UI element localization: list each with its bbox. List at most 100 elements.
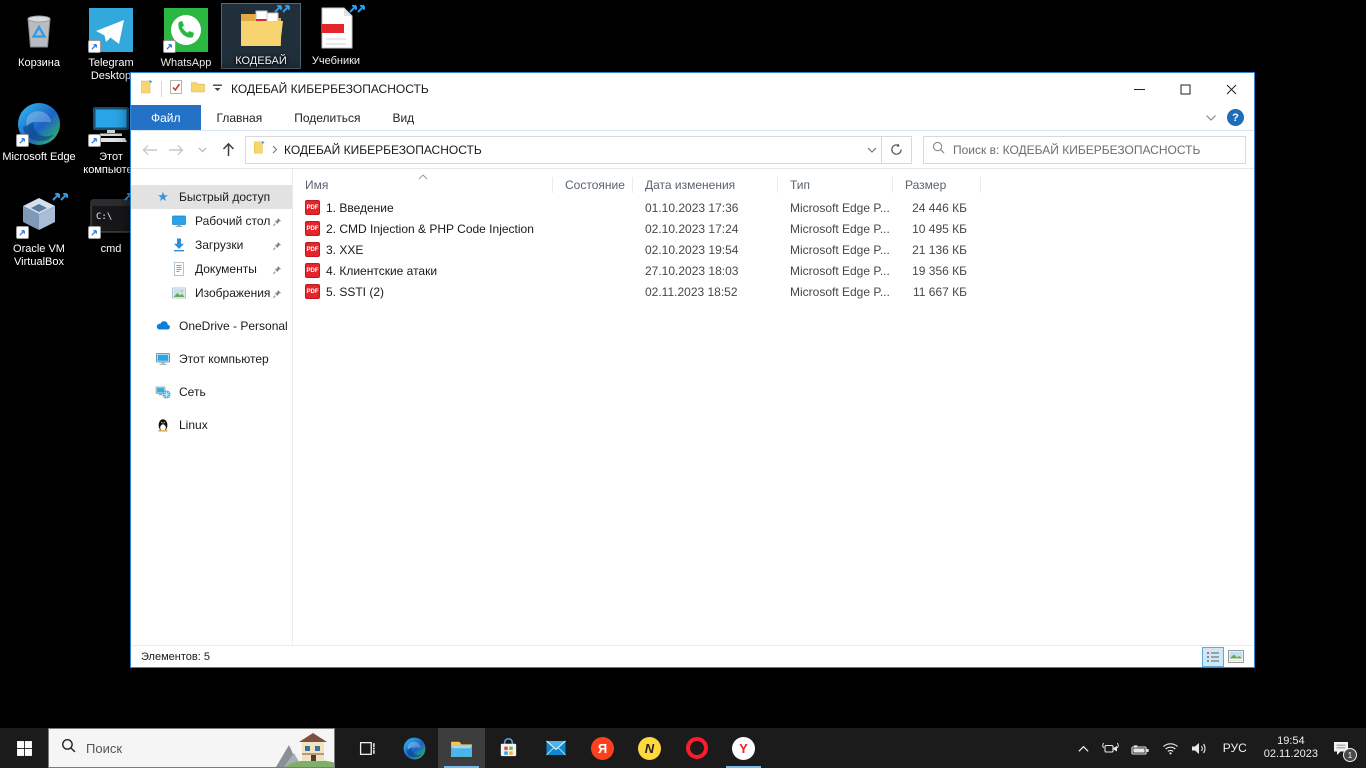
column-header-date-modified[interactable]: Дата изменения	[633, 177, 778, 193]
task-view-button[interactable]	[344, 728, 391, 768]
language-indicator[interactable]: РУС	[1214, 728, 1256, 768]
clock[interactable]: 19:5402.11.2023	[1256, 728, 1326, 768]
sidebar-item-label: Загрузки	[195, 238, 243, 252]
file-size: 21 136 КБ	[893, 243, 981, 257]
file-row[interactable]: PDF3. XXE 02.10.2023 19:54 Microsoft Edg…	[293, 239, 1254, 260]
desktop-icon-virtualbox[interactable]: Oracle VM VirtualBox	[0, 192, 78, 269]
pin-icon[interactable]	[272, 264, 282, 278]
qat-customize-button[interactable]	[212, 80, 223, 98]
shortcut-arrow-icon	[88, 40, 101, 53]
sidebar-item-pictures[interactable]: Изображения	[131, 281, 292, 305]
tray-date: 02.11.2023	[1264, 748, 1318, 761]
file-type: Microsoft Edge P...	[778, 285, 893, 299]
search-input[interactable]	[953, 143, 1237, 157]
file-name: 3. XXE	[326, 243, 363, 257]
action-center-button[interactable]: 1	[1326, 728, 1361, 768]
taskbar-yandex[interactable]: Я	[579, 728, 626, 768]
column-header-size[interactable]: Размер	[893, 177, 981, 193]
details-view-button[interactable]	[1203, 648, 1223, 666]
sidebar-item-documents[interactable]: Документы	[131, 257, 292, 281]
taskbar-search-input[interactable]	[86, 741, 246, 756]
desktop-icon-uchebniki[interactable]: Учебники	[297, 4, 375, 68]
recent-locations-icon[interactable]	[189, 137, 215, 163]
close-button[interactable]	[1208, 73, 1254, 105]
taskbar-yandex-music[interactable]: N	[626, 728, 673, 768]
sidebar-item-label: Сеть	[179, 385, 206, 399]
ribbon-collapse-icon[interactable]	[1205, 109, 1217, 127]
sidebar-item-label: Linux	[179, 418, 208, 432]
battery-icon[interactable]	[1125, 728, 1156, 768]
compress-arrows-icon	[52, 187, 69, 207]
address-bar[interactable]: КОДЕБАЙ КИБЕРБЕЗОПАСНОСТЬ	[245, 136, 882, 164]
wifi-icon[interactable]	[1156, 728, 1185, 768]
start-button[interactable]	[0, 728, 48, 768]
desktop-icon-whatsapp[interactable]: WhatsApp	[147, 6, 225, 70]
sidebar-item-downloads[interactable]: Загрузки	[131, 233, 292, 257]
volume-icon[interactable]	[1185, 728, 1214, 768]
file-type: Microsoft Edge P...	[778, 264, 893, 278]
search-highlight-image[interactable]	[276, 729, 334, 767]
tab-file[interactable]: Файл	[131, 105, 201, 130]
taskbar-yandex-browser[interactable]: Y	[720, 728, 767, 768]
desktop-icon-kodebay-folder[interactable]: КОДЕБАЙ	[222, 4, 300, 68]
tab-share[interactable]: Поделиться	[278, 105, 376, 130]
address-folder-icon	[252, 140, 267, 160]
shortcut-arrow-icon	[16, 134, 29, 147]
minimize-button[interactable]	[1116, 73, 1162, 105]
tray-chevron-up-icon[interactable]	[1071, 728, 1096, 768]
desktop-icon-edge[interactable]: Microsoft Edge	[0, 100, 78, 164]
column-header-status[interactable]: Состояние	[553, 177, 633, 193]
forward-button[interactable]	[163, 137, 189, 163]
file-row[interactable]: PDF2. CMD Injection & PHP Code Injection…	[293, 218, 1254, 239]
virtualbox-icon	[15, 192, 63, 240]
column-header-type[interactable]: Тип	[778, 177, 893, 193]
taskbar-store[interactable]	[485, 728, 532, 768]
taskbar-mail[interactable]	[532, 728, 579, 768]
onedrive-icon	[155, 318, 171, 334]
notification-badge: 1	[1343, 748, 1357, 762]
taskbar-edge[interactable]	[391, 728, 438, 768]
pin-icon[interactable]	[272, 288, 282, 302]
sidebar-item-linux[interactable]: Linux	[131, 413, 292, 437]
quick-access-toolbar	[131, 79, 223, 100]
tab-view[interactable]: Вид	[376, 105, 430, 130]
ribbon-tabs: Файл Главная Поделиться Вид ?	[131, 105, 1254, 131]
search-box[interactable]	[923, 136, 1246, 164]
meet-now-icon[interactable]	[1096, 728, 1125, 768]
sidebar-item-label: Рабочий стол	[195, 214, 270, 228]
back-button[interactable]	[137, 137, 163, 163]
taskbar-opera[interactable]	[673, 728, 720, 768]
pin-icon[interactable]	[272, 240, 282, 254]
sidebar-item-quick-access[interactable]: ★ Быстрый доступ	[131, 185, 292, 209]
thumbnail-view-button[interactable]	[1226, 648, 1246, 666]
up-button[interactable]	[215, 137, 241, 163]
maximize-button[interactable]	[1162, 73, 1208, 105]
taskbar-search-box[interactable]	[48, 728, 335, 768]
address-dropdown-icon[interactable]	[867, 141, 877, 159]
breadcrumb-chevron-icon	[272, 141, 278, 159]
file-date: 27.10.2023 18:03	[633, 264, 778, 278]
sidebar-item-this-pc[interactable]: Этот компьютер	[131, 347, 292, 371]
window-content: ★ Быстрый доступ Рабочий стол Загрузки Д…	[131, 169, 1254, 645]
properties-button[interactable]	[168, 79, 184, 100]
sidebar-item-onedrive[interactable]: OneDrive - Personal	[131, 314, 292, 338]
file-name: 1. Введение	[326, 201, 394, 215]
pin-icon[interactable]	[272, 216, 282, 230]
file-row[interactable]: PDF5. SSTI (2) 02.11.2023 18:52 Microsof…	[293, 281, 1254, 302]
desktop-icon-recycle-bin[interactable]: Корзина	[0, 6, 78, 70]
file-row[interactable]: PDF4. Клиентские атаки 27.10.2023 18:03 …	[293, 260, 1254, 281]
refresh-button[interactable]	[882, 136, 912, 164]
items-count: Элементов: 5	[141, 651, 210, 663]
help-button[interactable]: ?	[1227, 109, 1244, 126]
tab-home[interactable]: Главная	[201, 105, 279, 130]
window-folder-icon	[139, 79, 155, 100]
file-row[interactable]: PDF1. Введение 01.10.2023 17:36 Microsof…	[293, 197, 1254, 218]
sidebar-item-label: Быстрый доступ	[179, 190, 270, 204]
taskbar-file-explorer[interactable]	[438, 728, 485, 768]
sidebar-item-network[interactable]: Сеть	[131, 380, 292, 404]
new-folder-button[interactable]	[190, 79, 206, 100]
breadcrumb[interactable]: КОДЕБАЙ КИБЕРБЕЗОПАСНОСТЬ	[284, 143, 482, 157]
downloads-icon	[171, 237, 187, 253]
sidebar-item-desktop[interactable]: Рабочий стол	[131, 209, 292, 233]
taskbar: Я N Y РУС 19:5402.11.2023 1	[0, 728, 1366, 768]
